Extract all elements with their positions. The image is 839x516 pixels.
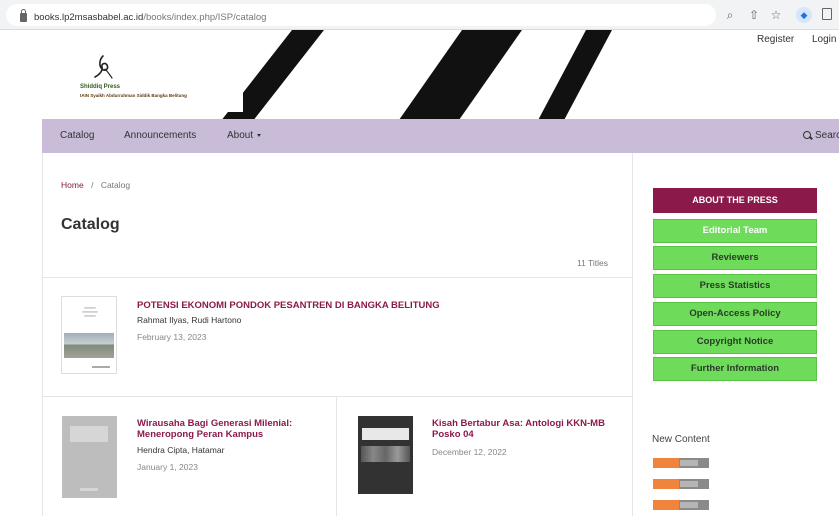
url-host: books.lp2msasbabel.ac.id: [34, 12, 144, 23]
book-authors: Hendra Cipta, Hatamar: [137, 445, 225, 455]
content-border: [42, 153, 43, 516]
book-title[interactable]: Wirausaha Bagi Generasi Milenial: Menerop…: [137, 418, 327, 440]
content-border: [632, 153, 633, 516]
feed-badge-right: [680, 502, 698, 508]
book-title[interactable]: Kisah Bertabur Asa: Antologi KKN-MB Posko…: [432, 418, 622, 440]
logo-name: Shiddiq Press: [80, 84, 121, 90]
url-text[interactable]: books.lp2msasbabel.ac.id/books/index.php…: [34, 12, 266, 23]
site-logo[interactable]: Shiddiq Press IAIN Syaikh Abdurrahman Si…: [75, 50, 243, 112]
new-content-heading: New Content: [652, 434, 710, 445]
book-date: December 12, 2022: [432, 447, 507, 457]
book-title-line: Posko 04: [432, 429, 474, 440]
book-title-line: Meneropong Peran Kampus: [137, 429, 264, 440]
about-press-heading: ABOUT THE PRESS: [653, 188, 817, 213]
book-cover[interactable]: [62, 416, 117, 498]
nav-about[interactable]: About: [227, 130, 262, 141]
feed-badge-left: [653, 500, 679, 510]
cover-photo: [64, 333, 114, 358]
open-access-policy-button[interactable]: Open-Access Policy: [653, 302, 817, 326]
register-link[interactable]: Register: [757, 34, 794, 45]
share-icon[interactable]: ⇧: [746, 7, 762, 23]
reviewers-button[interactable]: Reviewers: [653, 246, 817, 270]
header-stripe: [384, 30, 522, 119]
copyright-notice-button[interactable]: Copyright Notice: [653, 330, 817, 354]
lock-icon[interactable]: [20, 9, 27, 22]
search-link[interactable]: Search: [815, 130, 839, 141]
login-link[interactable]: Login: [812, 34, 836, 45]
breadcrumb-home[interactable]: Home: [61, 180, 84, 190]
nav-announcements[interactable]: Announcements: [124, 130, 196, 141]
cover-photo: [361, 446, 410, 462]
address-bar[interactable]: books.lp2msasbabel.ac.id/books/index.php…: [6, 4, 716, 26]
caret-down-icon: [257, 133, 262, 137]
header-stripe: [527, 30, 612, 119]
nav-about-label: About: [227, 130, 254, 141]
divider: [42, 396, 632, 397]
sidebar-icon[interactable]: [822, 8, 832, 20]
search-icon[interactable]: [803, 131, 811, 139]
cover-mark: [92, 366, 110, 368]
feed-badge-left: [653, 458, 679, 468]
cover-block: [70, 426, 108, 442]
book-date: February 13, 2023: [137, 332, 207, 342]
browser-toolbar: books.lp2msasbabel.ac.id/books/index.php…: [0, 0, 839, 30]
logo-mark-icon: [94, 55, 113, 79]
divider: [336, 396, 337, 516]
book-cover[interactable]: [358, 416, 413, 494]
book-authors: Rahmat Ilyas, Rudi Hartono: [137, 315, 242, 325]
book-cover[interactable]: ━━━━━━ ━━━━━━━━ ━━━━━━: [61, 296, 117, 374]
logo-subtitle: IAIN Syaikh Abdurrahman Siddik Bangka Be…: [80, 93, 187, 98]
feed-badge-left: [653, 479, 679, 489]
feed-badge[interactable]: [653, 500, 709, 510]
editorial-team-button[interactable]: Editorial Team: [653, 219, 817, 243]
titles-count: 11 Titles: [577, 258, 609, 268]
page-title: Catalog: [61, 216, 120, 233]
book-title-line: Wirausaha Bagi Generasi Milenial:: [137, 418, 293, 429]
breadcrumb: Home / Catalog: [61, 180, 130, 190]
cover-text-lines: ━━━━━━ ━━━━━━━━ ━━━━━━: [82, 306, 98, 318]
star-icon[interactable]: ☆: [768, 7, 784, 23]
nav-catalog[interactable]: Catalog: [60, 130, 94, 141]
zoom-icon[interactable]: ⌕: [722, 7, 738, 23]
breadcrumb-current: Catalog: [100, 180, 131, 190]
url-path: /books/index.php/ISP/catalog: [143, 12, 267, 23]
divider: [42, 277, 632, 278]
extension-icon[interactable]: ◆: [796, 7, 812, 23]
feed-badge[interactable]: [653, 479, 709, 489]
site-header: Shiddiq Press IAIN Syaikh Abdurrahman Si…: [0, 30, 839, 119]
cover-block: [362, 428, 409, 440]
main-nav: Catalog Announcements About Search: [42, 119, 839, 153]
cover-mark: [80, 488, 98, 491]
feed-badge[interactable]: [653, 458, 709, 468]
book-title[interactable]: POTENSI EKONOMI PONDOK PESANTREN DI BANG…: [137, 300, 517, 311]
breadcrumb-separator: /: [91, 180, 94, 190]
book-title-line: Kisah Bertabur Asa: Antologi KKN-MB: [432, 418, 605, 429]
further-information-button[interactable]: Further Information: [653, 357, 817, 381]
feed-badge-right: [680, 460, 698, 466]
book-date: January 1, 2023: [137, 462, 198, 472]
feed-badge-right: [680, 481, 698, 487]
press-statistics-button[interactable]: Press Statistics: [653, 274, 817, 298]
